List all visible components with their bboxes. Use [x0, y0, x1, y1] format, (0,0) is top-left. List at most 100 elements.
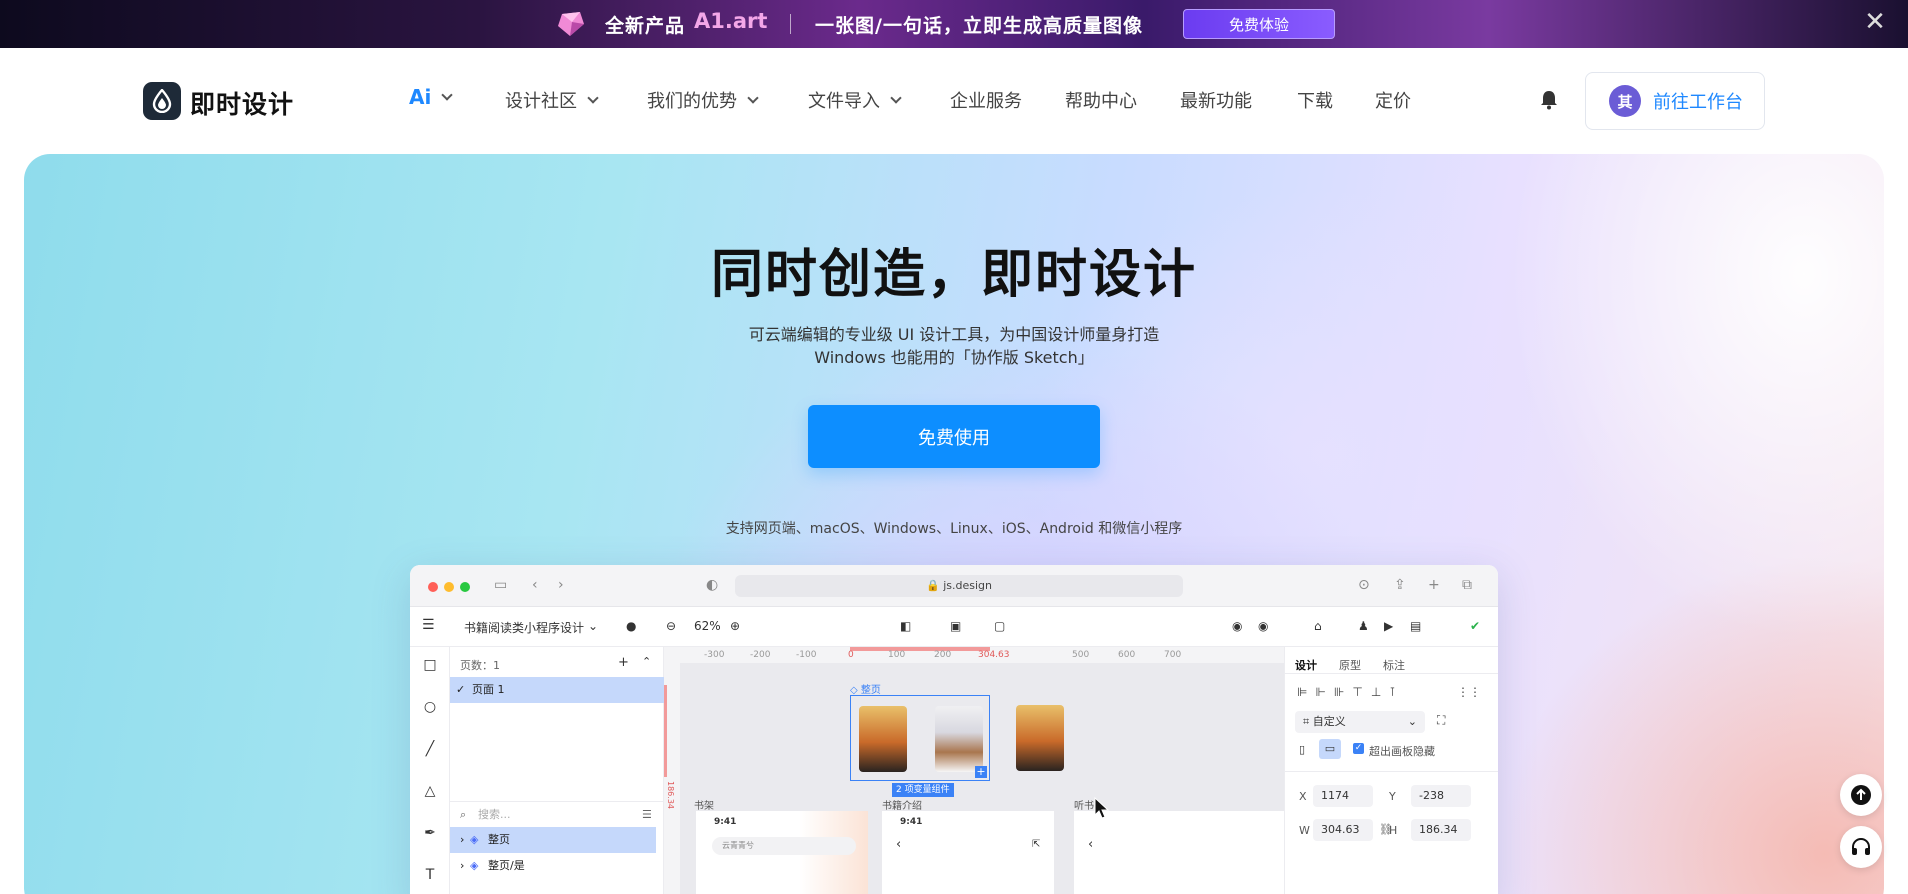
text-tool-icon[interactable]: T — [422, 867, 438, 883]
scroll-to-top-button[interactable] — [1840, 774, 1882, 816]
nav-item-enterprise[interactable]: 企业服务 — [950, 87, 1022, 113]
tab-annotation[interactable]: 标注 — [1383, 657, 1405, 673]
pen-tool-icon[interactable]: ✒ — [422, 825, 438, 841]
x-input[interactable]: 1174 — [1313, 785, 1373, 807]
design-canvas[interactable]: -300 -200 -100 0 100 200 304.63 500 600 … — [664, 647, 1284, 894]
promo-product-name[interactable]: A1.art — [694, 9, 767, 33]
align-tools-icon[interactable]: ⊫⊩⊪⊤⊥⊺ — [1297, 685, 1404, 699]
close-window-dot[interactable] — [428, 582, 438, 592]
ruler-tick: 0 — [848, 650, 854, 660]
frame-preset-select[interactable]: ⌗ 自定义 ⌄ — [1295, 711, 1425, 733]
frame-icon: ⌗ — [1303, 715, 1313, 728]
fit-icon[interactable]: ⛶ — [1437, 713, 1445, 728]
ellipse-tool-icon[interactable]: ○ — [422, 699, 438, 715]
users-icon[interactable]: ♟ — [1358, 619, 1369, 633]
file-name[interactable]: 书籍阅读类小程序设计 — [464, 619, 584, 636]
layout-icon[interactable]: ▤ — [1410, 619, 1421, 633]
collapse-icon[interactable]: ⌃ — [642, 655, 651, 668]
selected-component-set[interactable]: + — [850, 695, 990, 781]
zoom-out-icon[interactable]: ⊖ — [666, 619, 676, 633]
maximize-window-dot[interactable] — [460, 582, 470, 592]
rectangle-tool-icon[interactable]: □ — [422, 657, 438, 673]
height-input[interactable]: 186.34 — [1411, 819, 1471, 841]
promo-try-button[interactable]: 免费体验 — [1183, 9, 1335, 39]
landscape-icon[interactable]: ▭ — [1319, 739, 1341, 759]
image-icon[interactable]: ▣ — [950, 619, 961, 633]
logo-icon[interactable] — [143, 82, 181, 120]
share-icon[interactable]: ⇱ — [1032, 839, 1040, 850]
play-icon[interactable]: ▶ — [1384, 619, 1393, 633]
download-icon[interactable]: ⊙ — [1358, 577, 1370, 593]
plugin-icon[interactable]: ● — [626, 619, 636, 633]
close-icon[interactable]: ✕ — [1863, 9, 1887, 35]
nav-item-advantages[interactable]: 我们的优势 — [647, 87, 759, 113]
promo-divider — [790, 14, 791, 34]
menu-icon[interactable]: ☰ — [422, 617, 435, 633]
free-use-button[interactable]: 免费使用 — [808, 405, 1100, 468]
expand-icon[interactable]: › — [460, 853, 464, 879]
nav-item-file-import[interactable]: 文件导入 — [808, 87, 902, 113]
phone-frame-listen[interactable]: ‹ — [1074, 811, 1284, 894]
nav-item-help[interactable]: 帮助中心 — [1065, 87, 1137, 113]
nav-item-pricing[interactable]: 定价 — [1375, 87, 1411, 113]
back-icon[interactable]: ‹ — [1088, 837, 1093, 852]
phone-frame-bookshelf[interactable]: 9:41 云青青兮 — [696, 811, 868, 894]
hero-subtitle-line2: Windows 也能用的「协作版 Sketch」 — [814, 348, 1094, 367]
polygon-tool-icon[interactable]: △ — [422, 783, 438, 799]
bell-icon[interactable] — [1540, 90, 1558, 110]
share-icon[interactable]: ⇪ — [1394, 577, 1406, 593]
address-bar[interactable]: 🔒 js.design — [735, 575, 1183, 597]
line-tool-icon[interactable]: ╱ — [422, 741, 438, 757]
nav-item-community[interactable]: 设计社区 — [505, 87, 599, 113]
promo-banner[interactable]: 全新产品 A1.art 一张图/一句话，立即生成高质量图像 免费体验 ✕ — [0, 0, 1908, 48]
asset-icon[interactable]: ⌂ — [1314, 619, 1322, 633]
layer-search-input[interactable]: ⌕ 搜索... ☰ — [450, 801, 664, 827]
book-cover-ensemble[interactable] — [935, 706, 983, 772]
new-tab-icon[interactable]: + — [1428, 577, 1440, 593]
chevron-down-icon[interactable]: ⌄ — [588, 619, 598, 633]
collaborator-avatar-icon[interactable]: ◉ — [1232, 619, 1242, 633]
collaborator-avatar-icon[interactable]: ◉ — [1258, 619, 1268, 633]
minimize-window-dot[interactable] — [444, 582, 454, 592]
supported-platforms: 支持网页端、macOS、Windows、Linux、iOS、Android 和微… — [725, 521, 1183, 537]
add-page-icon[interactable]: + — [618, 655, 629, 670]
section-label: 书架 — [694, 801, 714, 812]
y-input[interactable]: -238 — [1411, 785, 1471, 807]
zoom-in-icon[interactable]: ⊕ — [730, 619, 740, 633]
workspace-button[interactable]: 其 前往工作台 — [1585, 72, 1765, 130]
tab-design[interactable]: 设计 — [1295, 657, 1317, 673]
forward-icon[interactable]: › — [558, 577, 564, 593]
nav-item-download[interactable]: 下载 — [1297, 87, 1333, 113]
tabs-overview-icon[interactable]: ⧉ — [1462, 577, 1472, 593]
logo-text[interactable]: 即时设计 — [190, 85, 294, 121]
tab-prototype[interactable]: 原型 — [1339, 657, 1361, 673]
support-button[interactable] — [1840, 826, 1882, 868]
book-cover-fire[interactable] — [1016, 705, 1064, 771]
nav-item-label: 设计社区 — [505, 91, 577, 112]
variant-badge: 2 项变量组件 — [892, 783, 954, 797]
filter-icon[interactable]: ☰ — [642, 802, 652, 828]
check-icon[interactable]: ✔ — [1470, 619, 1480, 633]
ruler-tick: 500 — [1072, 650, 1090, 660]
back-icon[interactable]: ‹ — [896, 837, 901, 852]
sidebar-toggle-icon[interactable]: ▭ — [494, 577, 507, 593]
layer-row[interactable]: › ◈ 整页 — [450, 827, 656, 853]
grid-icon[interactable]: ⋮⋮ — [1457, 685, 1481, 699]
mode-icon[interactable]: ◧ — [900, 619, 911, 633]
ruler-tick: 200 — [934, 650, 952, 660]
back-icon[interactable]: ‹ — [532, 577, 538, 593]
search-input[interactable]: 云青青兮 — [712, 837, 856, 855]
nav-item-whats-new[interactable]: 最新功能 — [1180, 87, 1252, 113]
page-item[interactable]: ✓ 页面 1 — [450, 677, 664, 703]
clip-checkbox[interactable]: ✓ — [1353, 743, 1364, 754]
book-cover-fire[interactable] — [859, 706, 907, 772]
expand-icon[interactable]: › — [460, 827, 464, 853]
portrait-icon[interactable]: ▯ — [1299, 743, 1305, 756]
layer-row[interactable]: › ◈ 整页/是 — [450, 853, 656, 879]
width-input[interactable]: 304.63 — [1313, 819, 1373, 841]
nav-item-ai[interactable]: Ai — [409, 85, 454, 109]
add-variant-icon[interactable]: + — [975, 766, 987, 778]
phone-frame-book-intro[interactable]: 9:41 ‹ ⇱ — [882, 811, 1054, 894]
frame-icon[interactable]: ▢ — [994, 619, 1005, 633]
zoom-level[interactable]: 62% — [694, 619, 721, 633]
